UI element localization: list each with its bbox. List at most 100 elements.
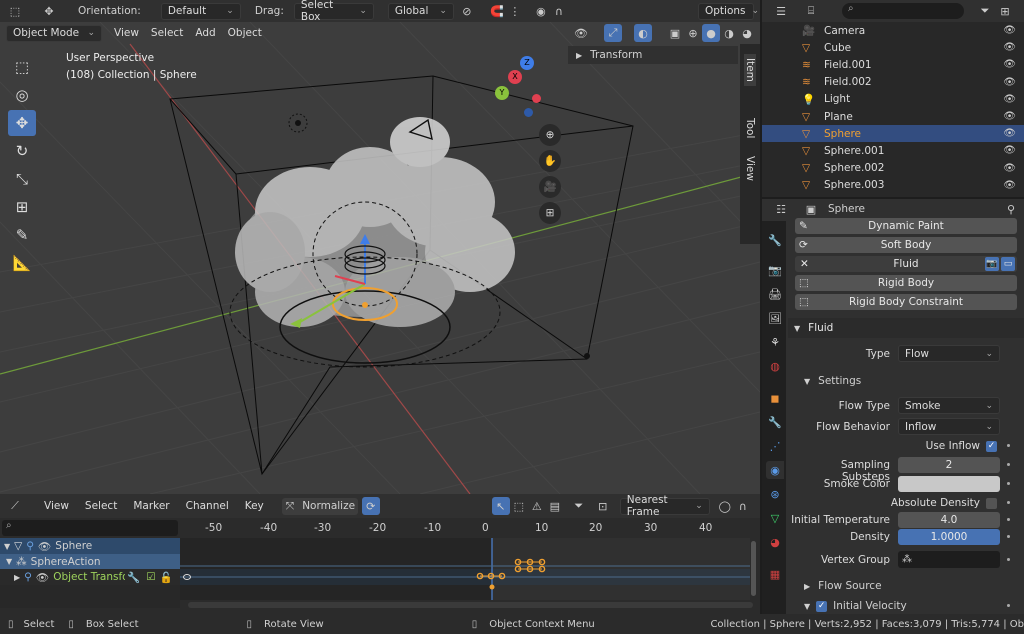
visibility-icon[interactable]: 👁: [572, 24, 590, 42]
fluid-render-icon[interactable]: 📷: [985, 257, 999, 271]
tab-view[interactable]: View: [744, 156, 756, 181]
visibility-eye-icon[interactable]: 👁: [1003, 94, 1016, 105]
visibility-eye-icon[interactable]: 👁: [1003, 111, 1016, 122]
outliner-filter-icon[interactable]: ⏷: [976, 2, 994, 20]
smoke-color-swatch[interactable]: [898, 476, 1000, 492]
channel-row-object[interactable]: ▼ ▽ ⚲ 👁 Sphere: [0, 538, 180, 554]
outliner-item[interactable]: ▽ Plane 👁: [762, 108, 1024, 125]
ortho-toggle-icon[interactable]: ⊞: [539, 202, 561, 224]
proportional-timeline-icon[interactable]: ◯: [716, 497, 734, 515]
rigid-body-constraint-button[interactable]: ⬚ Rigid Body Constraint: [795, 294, 1017, 310]
modifier-tab-icon[interactable]: 🔧: [766, 413, 784, 431]
gizmo-z[interactable]: Z: [520, 56, 534, 70]
initial-velocity-subpanel[interactable]: ▼ ✓ Initial Velocity: [804, 600, 907, 612]
new-collection-icon[interactable]: ⊞: [996, 2, 1014, 20]
data-tab-icon[interactable]: ▽: [766, 509, 784, 527]
falloff-icon[interactable]: ∩: [550, 2, 568, 20]
dopesheet-menu-channel[interactable]: Channel: [186, 500, 229, 512]
outliner-item[interactable]: ≋ Field.001 👁: [762, 56, 1024, 73]
menu-select[interactable]: Select: [151, 27, 183, 39]
density-field[interactable]: 1.0000: [898, 529, 1000, 545]
render-tab-icon[interactable]: 📷: [766, 261, 784, 279]
initial-temperature-field[interactable]: 4.0: [898, 512, 1000, 528]
display-mode-icon[interactable]: ⌸: [802, 2, 820, 20]
outliner-item[interactable]: 🎥 Camera 👁: [762, 22, 1024, 39]
outliner-item[interactable]: ▽ Cube 👁: [762, 39, 1024, 56]
move-tool-icon[interactable]: ✥: [8, 110, 36, 136]
gizmo-x[interactable]: X: [508, 70, 522, 84]
proportional-icon[interactable]: ◉: [532, 2, 550, 20]
material-tab-icon[interactable]: ◕: [766, 533, 784, 551]
view-layer-tab-icon[interactable]: 🖼: [766, 309, 784, 327]
visibility-eye-icon[interactable]: 👁: [1003, 163, 1016, 174]
scene-tab-icon[interactable]: ⚘: [766, 333, 784, 351]
gizmo-y[interactable]: Y: [495, 86, 509, 100]
drag-dropdown[interactable]: Select Box: [293, 0, 374, 23]
tool-tab-icon[interactable]: 🔧: [766, 231, 784, 249]
object-tab-icon[interactable]: ◼: [766, 389, 784, 407]
menu-view[interactable]: View: [114, 27, 139, 39]
channel-row-group[interactable]: ▶⚲👁 Object Transforms 🔧 ☑ 🔓: [0, 569, 180, 585]
falloff-timeline-icon[interactable]: ∩: [734, 497, 752, 515]
dopesheet-menu-view[interactable]: View: [44, 500, 69, 512]
sync-icon[interactable]: ⟳: [361, 497, 380, 515]
visibility-eye-icon[interactable]: 👁: [1003, 145, 1016, 156]
menu-object[interactable]: Object: [228, 27, 262, 39]
orientation-dropdown[interactable]: Default: [160, 2, 241, 20]
cursor-tool-icon[interactable]: ◎: [8, 82, 36, 108]
filter-icon[interactable]: ⏷: [570, 497, 588, 515]
editor-type-icon[interactable]: ⟋: [6, 497, 24, 515]
properties-editor-icon[interactable]: ☷: [772, 200, 790, 218]
output-tab-icon[interactable]: 🖨: [766, 285, 784, 303]
only-selected-icon[interactable]: ↖: [491, 497, 510, 515]
navigation-gizmo[interactable]: Z X Y: [490, 52, 560, 122]
transform-tool-icon[interactable]: ⊞: [8, 194, 36, 220]
visibility-eye-icon[interactable]: 👁: [1003, 42, 1016, 53]
visibility-eye-icon[interactable]: 👁: [1003, 59, 1016, 70]
menu-add[interactable]: Add: [195, 27, 215, 39]
visibility-eye-icon[interactable]: 👁: [1003, 77, 1016, 88]
options-dropdown[interactable]: Options: [698, 2, 754, 20]
visibility-eye-icon[interactable]: 👁: [1003, 180, 1016, 191]
texture-tab-icon[interactable]: ▦: [766, 565, 784, 583]
rotate-tool-icon[interactable]: ↻: [8, 138, 36, 164]
tab-tool[interactable]: Tool: [744, 118, 756, 138]
material-shading-icon[interactable]: ◑: [720, 24, 738, 42]
channel-row-action[interactable]: ▼ ⁂ SphereAction: [0, 554, 180, 569]
npanel-transform-header[interactable]: ▶ Transform: [568, 46, 738, 64]
settings-subpanel-header[interactable]: ▼ Settings: [800, 372, 1020, 390]
scale-tool-icon[interactable]: ⤡: [8, 166, 36, 192]
type-dropdown[interactable]: Flow: [898, 345, 1000, 362]
light-object-icon[interactable]: [288, 113, 308, 133]
select-tool-icon[interactable]: ⬚: [6, 2, 24, 20]
fluid-button[interactable]: ✕ Fluid 📷 ▭: [795, 256, 1017, 272]
interpolation-dropdown[interactable]: Nearest Frame: [619, 494, 710, 518]
flow-type-dropdown[interactable]: Smoke: [898, 397, 1000, 414]
outliner-item[interactable]: ▽ Sphere.003 👁: [762, 177, 1024, 194]
vertical-scrollbar[interactable]: [750, 538, 757, 600]
sampling-substeps-field[interactable]: 2: [898, 457, 1000, 473]
camera-view-icon[interactable]: 🎥: [539, 176, 561, 198]
errors-icon[interactable]: ⚠: [528, 497, 546, 515]
keyframe-area[interactable]: [180, 538, 750, 600]
soft-body-button[interactable]: ⟳ Soft Body: [795, 237, 1017, 253]
visibility-eye-icon[interactable]: 👁: [1003, 25, 1016, 36]
pin-icon[interactable]: ⚲: [1002, 200, 1020, 218]
solid-shading-icon[interactable]: ●: [702, 24, 720, 42]
dynamic-paint-button[interactable]: ✎ Dynamic Paint: [795, 218, 1017, 234]
viewport-3d[interactable]: Object Mode View Select Add Object 👁 ⤢ ◐…: [0, 22, 760, 494]
zoom-icon[interactable]: ⊕: [539, 124, 561, 146]
move-icon[interactable]: ✥: [40, 2, 58, 20]
normalize-toggle[interactable]: ⤧ Normalize: [281, 497, 358, 515]
outliner-item[interactable]: ▽ Sphere.001 👁: [762, 142, 1024, 159]
physics-tab-icon[interactable]: ◉: [766, 461, 784, 479]
xray-icon[interactable]: ▣: [666, 24, 684, 42]
snap-icon[interactable]: 🧲: [488, 2, 506, 20]
world-tab-icon[interactable]: ◍: [766, 357, 784, 375]
fluid-viewport-icon[interactable]: ▭: [1001, 257, 1015, 271]
outliner-search[interactable]: ⌕: [842, 3, 964, 19]
rigid-body-button[interactable]: ⬚ Rigid Body: [795, 275, 1017, 291]
outliner-item[interactable]: ▽ Sphere 👁: [762, 125, 1024, 143]
frame-ruler[interactable]: -50 -40 -30 -20 -10 0 10 20 30 40: [180, 520, 760, 538]
gizmo-toggle-icon[interactable]: ⤢: [604, 24, 622, 42]
